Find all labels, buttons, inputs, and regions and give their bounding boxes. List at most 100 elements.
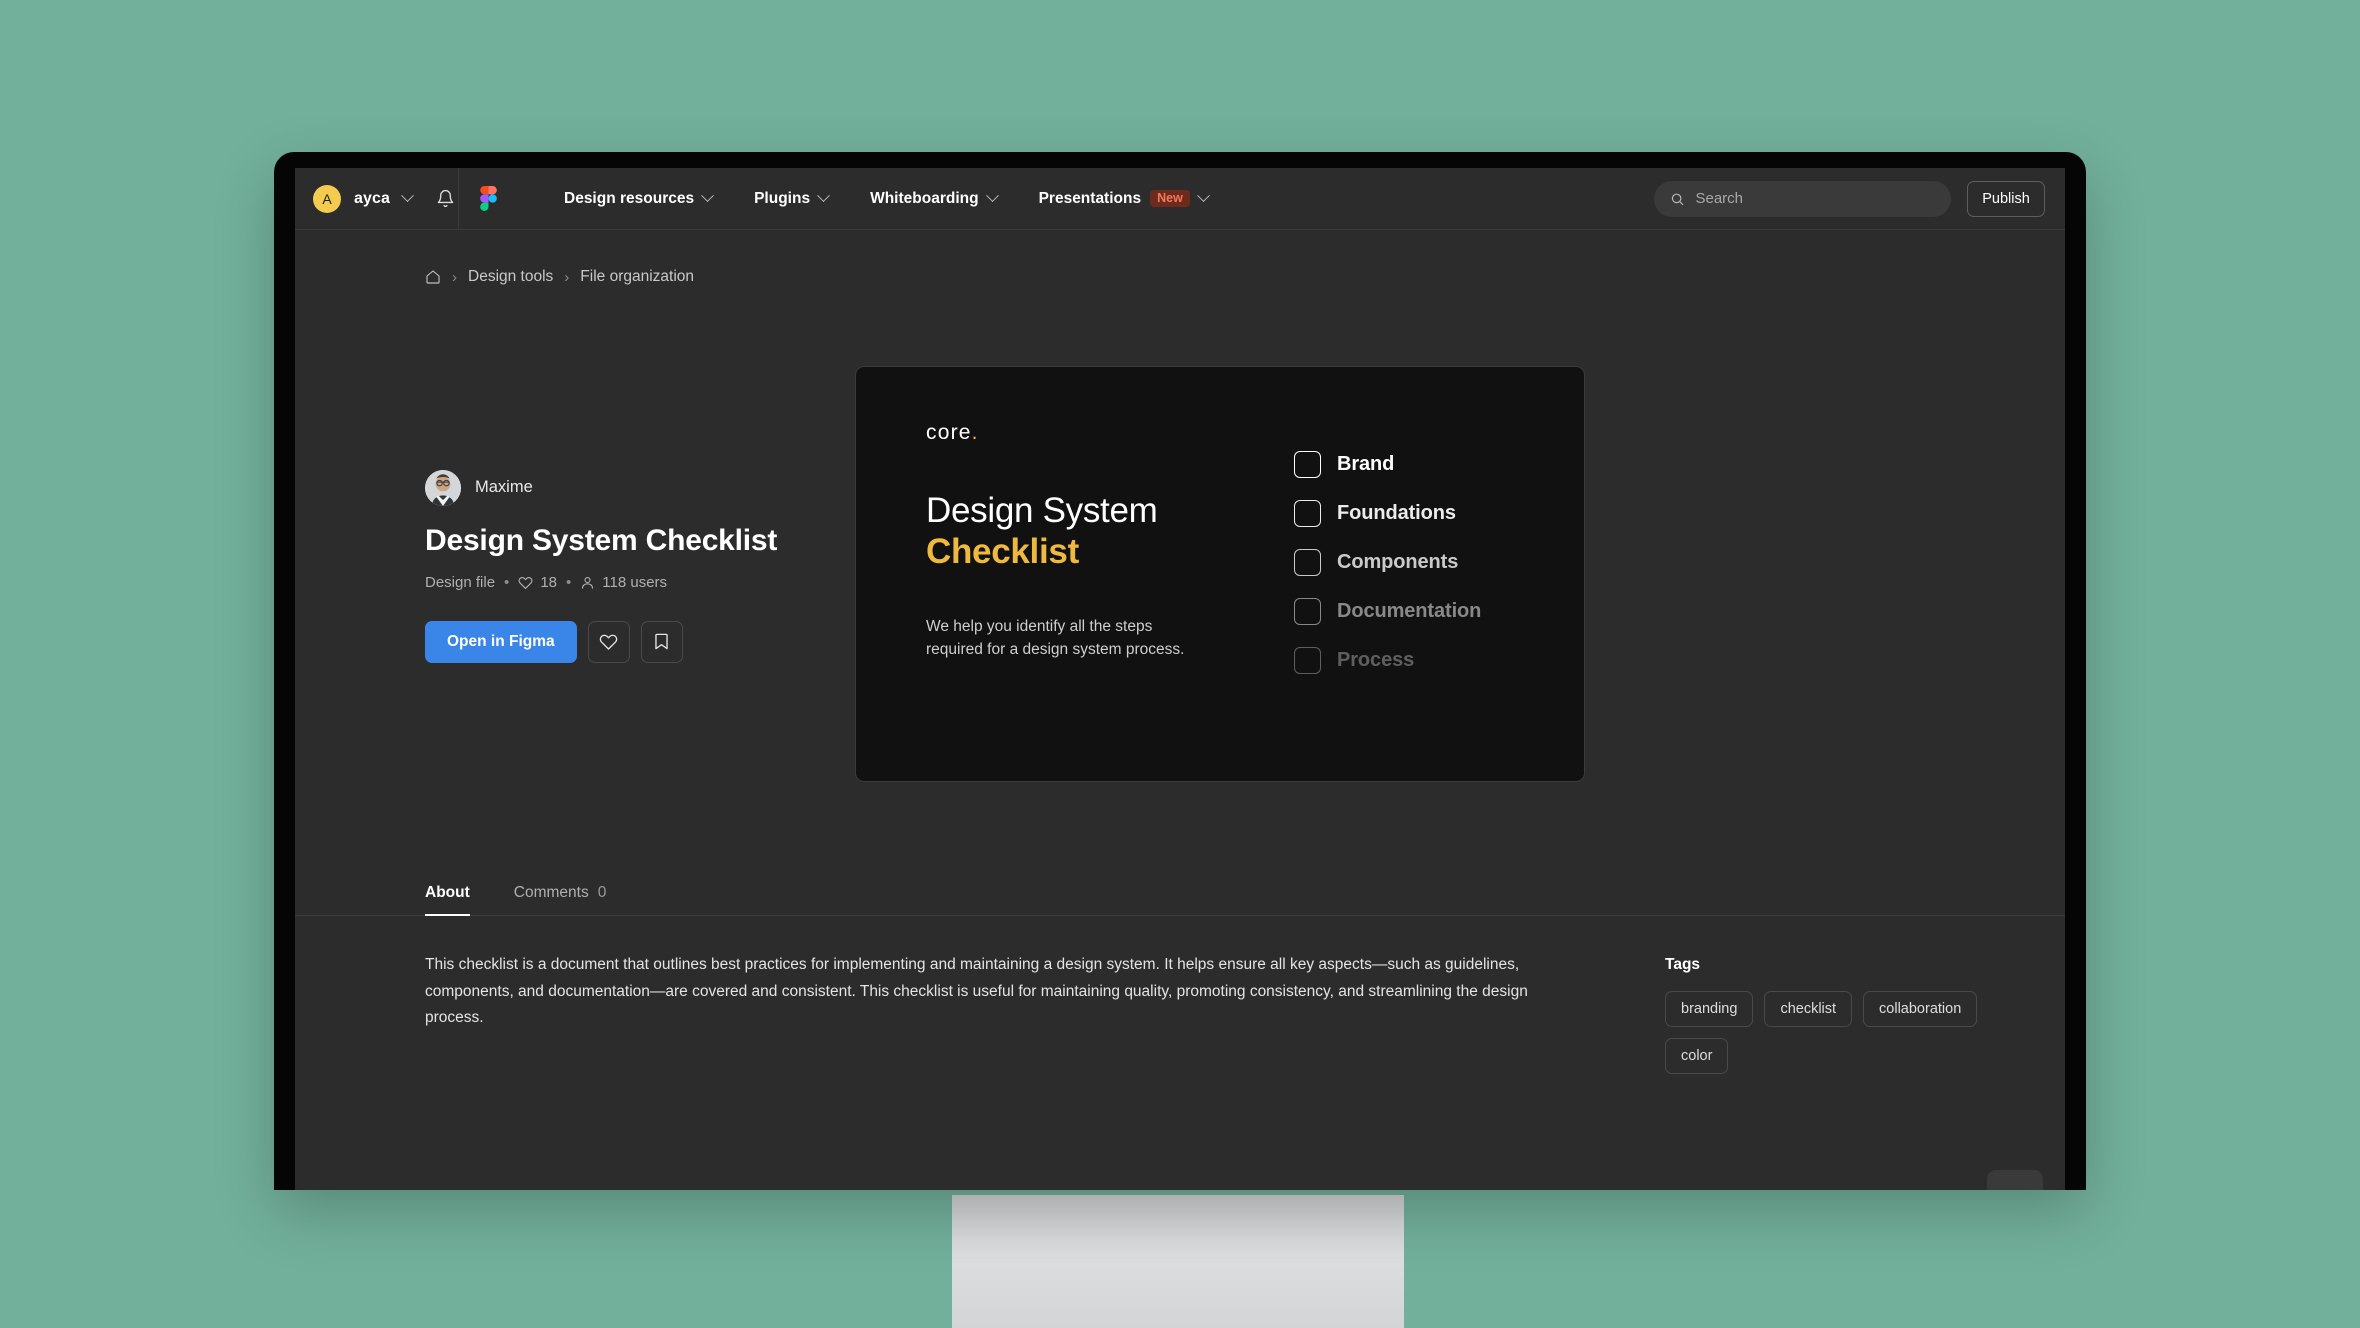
chevron-down-icon <box>701 189 714 203</box>
browser-screen: A ayca Design resources Plugins Whiteboa… <box>295 168 2065 1190</box>
tab-label: Comments <box>513 884 589 901</box>
new-badge: New <box>1150 189 1190 208</box>
tab-about[interactable]: About <box>425 884 470 916</box>
avatar <box>425 469 461 506</box>
meta-separator: • <box>566 573 572 591</box>
about-section: This checklist is a document that outlin… <box>295 916 2065 1074</box>
figma-home-button[interactable] <box>459 168 517 230</box>
floating-action-chip[interactable] <box>1987 1170 2043 1190</box>
preview-checklist: Brand Foundations Components Documentati… <box>1276 421 1584 781</box>
file-info-panel: Maxime Design System Checklist Design fi… <box>295 316 855 816</box>
checkbox-icon <box>1294 549 1321 576</box>
checklist-item-process: Process <box>1294 647 1584 674</box>
like-count: 18 <box>540 573 557 591</box>
preview-subtitle-line-1: We help you identify all the steps <box>926 618 1153 636</box>
nav-right-group: Publish <box>1654 180 2065 217</box>
checkbox-icon <box>1294 598 1321 625</box>
bookmark-button[interactable] <box>640 620 683 663</box>
nav-item-design-resources[interactable]: Design resources <box>543 168 733 230</box>
preview-brand-logo: core. <box>926 421 1276 445</box>
preview-brand-dot: . <box>971 421 979 444</box>
file-type: Design file <box>425 573 496 591</box>
tab-comment-count: 0 <box>597 884 607 901</box>
tag-checklist[interactable]: checklist <box>1764 991 1853 1027</box>
account-avatar: A <box>313 184 341 213</box>
laptop-base <box>952 1195 1404 1328</box>
search-box[interactable] <box>1654 180 1951 217</box>
breadcrumb-item-design-tools[interactable]: Design tools <box>468 268 553 286</box>
search-input[interactable] <box>1695 190 1935 207</box>
tab-label: About <box>425 884 470 901</box>
preview-heading-line-1: Design System <box>926 491 1158 530</box>
figma-logo-icon <box>479 186 497 211</box>
checklist-label: Brand <box>1337 453 1395 475</box>
action-row: Open in Figma <box>425 620 855 663</box>
checklist-label: Documentation <box>1337 600 1482 622</box>
chevron-down-icon <box>1196 189 1210 203</box>
preview-subtitle-line-2: required for a design system process. <box>926 640 1185 658</box>
home-icon[interactable] <box>425 269 441 285</box>
account-name: ayca <box>354 189 390 207</box>
file-meta: Design file • 18 • 118 users <box>425 574 855 591</box>
tag-collaboration[interactable]: collaboration <box>1863 991 1978 1027</box>
file-description: This checklist is a document that outlin… <box>425 956 1528 1027</box>
preview-brand-text: core <box>926 421 972 444</box>
chevron-down-icon <box>817 189 830 203</box>
nav-item-whiteboarding[interactable]: Whiteboarding <box>849 168 1018 230</box>
checklist-label: Foundations <box>1337 502 1456 524</box>
scene: A ayca Design resources Plugins Whiteboa… <box>0 0 2360 1328</box>
checklist-item-brand: Brand <box>1294 451 1584 478</box>
publish-button[interactable]: Publish <box>1967 180 2045 217</box>
user-icon <box>582 576 594 589</box>
breadcrumb-separator: › <box>452 268 457 286</box>
chevron-down-icon <box>401 189 414 203</box>
nav-item-presentations[interactable]: Presentations New <box>1018 168 1229 230</box>
page-title: Design System Checklist <box>425 523 778 557</box>
author-row[interactable]: Maxime <box>425 469 855 506</box>
nav-label: Whiteboarding <box>870 189 979 207</box>
meta-separator: • <box>504 573 510 591</box>
notifications-button[interactable] <box>432 186 458 212</box>
like-button[interactable] <box>587 620 630 663</box>
nav-item-plugins[interactable]: Plugins <box>733 168 849 230</box>
breadcrumb: › Design tools › File organization <box>295 230 2065 286</box>
main-menu: Design resources Plugins Whiteboarding P… <box>517 168 1229 230</box>
checklist-item-components: Components <box>1294 549 1584 576</box>
nav-label: Presentations <box>1038 189 1142 207</box>
file-preview-card[interactable]: core. Design System Checklist We help yo… <box>855 366 1585 782</box>
checkbox-icon <box>1294 451 1321 478</box>
tab-comments[interactable]: Comments 0 <box>514 884 607 915</box>
checkbox-icon <box>1294 647 1321 674</box>
checklist-item-documentation: Documentation <box>1294 598 1584 625</box>
account-menu[interactable]: A ayca <box>295 168 432 229</box>
tag-color[interactable]: color <box>1665 1038 1729 1074</box>
preview-left-column: core. Design System Checklist We help yo… <box>856 421 1276 781</box>
tags-heading: Tags <box>1665 956 1701 973</box>
page-content: › Design tools › File organization Maxim… <box>295 230 2065 1190</box>
tab-bar: About Comments 0 <box>295 816 2065 916</box>
bookmark-icon <box>655 633 668 650</box>
heart-icon <box>599 634 618 650</box>
tag-list: branding checklist collaboration color <box>1665 991 2025 1074</box>
tags-section: Tags branding checklist collaboration co… <box>1665 952 2025 1074</box>
author-name: Maxime <box>475 478 533 496</box>
heart-icon <box>518 576 533 589</box>
user-count: 118 users <box>602 573 668 591</box>
nav-label: Design resources <box>564 189 695 207</box>
open-in-figma-button[interactable]: Open in Figma <box>425 620 577 663</box>
hero-section: Maxime Design System Checklist Design fi… <box>295 286 2065 816</box>
tag-branding[interactable]: branding <box>1665 991 1754 1027</box>
checklist-label: Components <box>1337 551 1459 573</box>
search-icon <box>1671 193 1684 205</box>
checklist-item-foundations: Foundations <box>1294 500 1584 527</box>
checklist-label: Process <box>1337 649 1415 671</box>
like-count-group: 18 <box>518 574 557 591</box>
preview-heading-line-2: Checklist <box>926 531 1079 571</box>
breadcrumb-separator: › <box>564 268 570 286</box>
breadcrumb-item-file-organization[interactable]: File organization <box>580 268 694 286</box>
chevron-down-icon <box>985 189 999 203</box>
nav-label: Plugins <box>754 189 811 207</box>
author-photo-icon <box>425 469 461 506</box>
checkbox-icon <box>1294 500 1321 527</box>
top-navigation-bar: A ayca Design resources Plugins Whiteboa… <box>295 168 2065 230</box>
